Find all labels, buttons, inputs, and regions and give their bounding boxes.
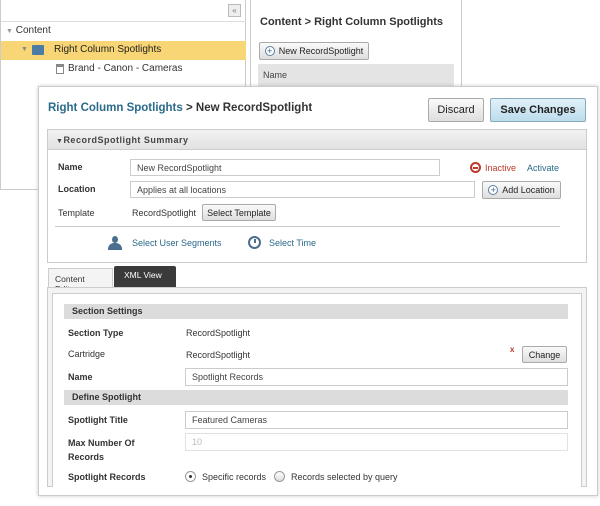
radio-unselected-icon — [274, 471, 285, 482]
page-icon — [56, 63, 64, 74]
tree-item-child[interactable]: Brand - Canon - Cameras — [56, 63, 183, 74]
tab-content-editor[interactable]: Content Editor — [48, 268, 113, 294]
template-value: RecordSpotlight — [132, 208, 197, 218]
radio-selected-icon — [185, 471, 196, 482]
location-label: Location — [58, 184, 96, 194]
expand-arrow-icon: ▼ — [6, 28, 13, 35]
add-location-button[interactable]: + Add Location — [482, 181, 561, 199]
max-records-input[interactable]: 10 — [185, 433, 568, 451]
max-records-label: Max Number Of Records — [68, 438, 135, 462]
discard-button[interactable]: Discard — [428, 98, 484, 122]
spotlight-title-input[interactable]: Featured Cameras — [185, 411, 568, 429]
editor-breadcrumb: Right Column Spotlights > New RecordSpot… — [48, 102, 313, 114]
section-name-label: Name — [68, 372, 93, 382]
cartridge-value: RecordSpotlight — [186, 350, 251, 360]
template-label: Template — [58, 208, 95, 218]
collapse-panel-button[interactable]: « — [228, 4, 241, 17]
activate-link[interactable]: Activate — [527, 163, 559, 173]
radio-records-by-query[interactable]: Records selected by query — [274, 471, 398, 482]
select-user-segments-link[interactable]: Select User Segments — [108, 236, 222, 250]
plus-icon: + — [488, 185, 499, 195]
spotlight-title-label: Spotlight Title — [68, 415, 128, 425]
divider — [55, 226, 560, 227]
folder-icon — [32, 45, 44, 55]
tab-xml-view[interactable]: XML View — [114, 266, 176, 287]
expand-arrow-icon: ▼ — [21, 46, 28, 53]
spotlight-records-label: Spotlight Records — [68, 472, 146, 482]
new-recordspotlight-button[interactable]: + New RecordSpotlight — [259, 42, 369, 60]
section-name-input[interactable]: Spotlight Records — [185, 368, 568, 386]
cartridge-label: Cartridge — [68, 349, 106, 359]
tree-item-selected[interactable]: ▼ Right Column Spotlights — [1, 41, 246, 60]
remove-cartridge-icon[interactable]: x — [510, 345, 514, 354]
inactive-status: Inactive — [470, 162, 516, 173]
plus-icon: + — [264, 46, 275, 56]
location-input[interactable]: Applies at all locations — [130, 181, 475, 198]
radio-specific-records[interactable]: Specific records — [185, 471, 266, 482]
list-panel: Content > Right Column Spotlights + New R… — [250, 0, 462, 92]
change-cartridge-button[interactable]: Change — [522, 346, 567, 363]
section-type-label: Section Type — [68, 328, 124, 338]
select-time-link[interactable]: Select Time — [248, 236, 316, 249]
section-settings-header: Section Settings — [64, 304, 568, 319]
summary-header[interactable]: ▼RecordSpotlight Summary — [48, 130, 586, 150]
column-header-name[interactable]: Name — [258, 64, 454, 86]
no-entry-icon — [470, 162, 481, 173]
tree-toolbar — [1, 0, 246, 22]
save-changes-button[interactable]: Save Changes — [490, 98, 586, 122]
section-type-value: RecordSpotlight — [186, 328, 251, 338]
list-breadcrumb: Content > Right Column Spotlights — [260, 16, 444, 28]
define-spotlight-header: Define Spotlight — [64, 390, 568, 405]
breadcrumb-parent-link[interactable]: Right Column Spotlights — [48, 102, 183, 114]
double-chevron-left-icon: « — [232, 6, 237, 15]
select-template-button[interactable]: Select Template — [202, 204, 276, 221]
summary-name-input[interactable]: New RecordSpotlight — [130, 159, 440, 176]
user-icon — [108, 236, 122, 250]
name-label: Name — [58, 162, 83, 172]
clock-icon — [248, 236, 261, 249]
tree-item-content[interactable]: ▼ Content — [6, 25, 51, 36]
